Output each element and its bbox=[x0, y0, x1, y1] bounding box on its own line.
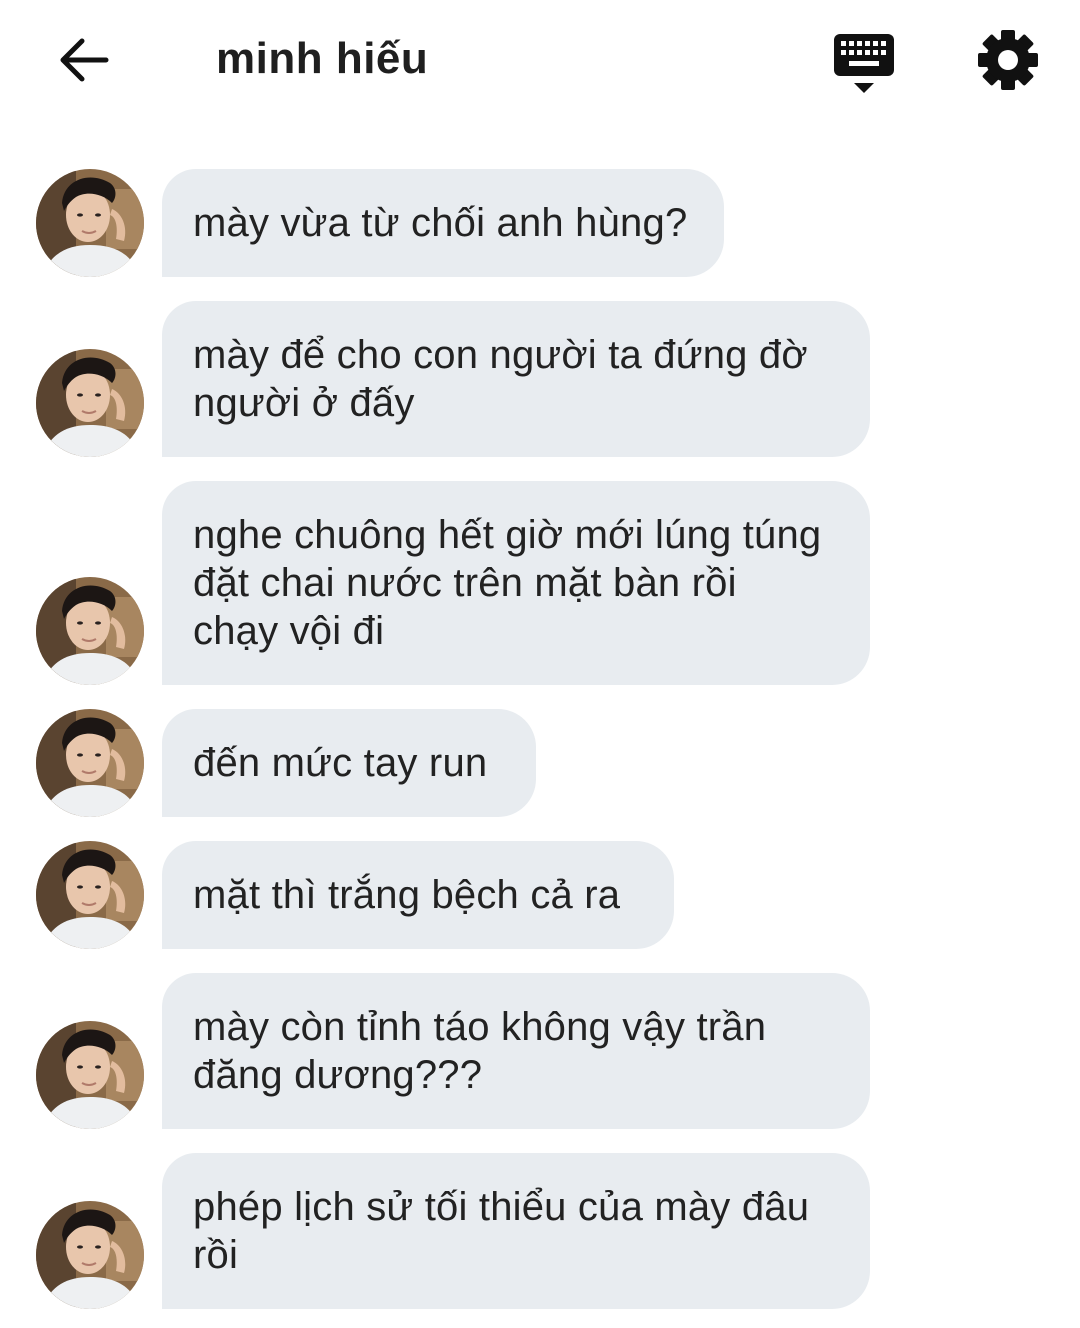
message-bubble[interactable]: phép lịch sử tối thiểu của mày đâu rồi bbox=[162, 1153, 870, 1309]
message-bubble[interactable]: mặt thì trắng bệch cả ra bbox=[162, 841, 674, 949]
contact-avatar[interactable] bbox=[36, 1021, 144, 1129]
keyboard-icon[interactable] bbox=[832, 32, 896, 96]
message-bubble[interactable]: mày còn tỉnh táo không vậy trần đăng dươ… bbox=[162, 973, 870, 1129]
message-bubble[interactable]: nghe chuông hết giờ mới lúng túng đặt ch… bbox=[162, 481, 870, 685]
contact-avatar[interactable] bbox=[36, 577, 144, 685]
contact-name[interactable]: minh hiếu bbox=[216, 34, 428, 84]
contact-avatar[interactable] bbox=[36, 709, 144, 817]
settings-gear-icon[interactable] bbox=[976, 28, 1040, 92]
message-bubble[interactable]: mày vừa từ chối anh hùng? bbox=[162, 169, 724, 277]
message-bubble[interactable]: mày để cho con người ta đứng đờ người ở … bbox=[162, 301, 870, 457]
contact-avatar[interactable] bbox=[36, 349, 144, 457]
contact-avatar[interactable] bbox=[36, 841, 144, 949]
chat-header: minh hiếu bbox=[0, 0, 1080, 120]
contact-avatar[interactable] bbox=[36, 169, 144, 277]
message-bubble[interactable]: đến mức tay run bbox=[162, 709, 536, 817]
back-arrow-icon[interactable] bbox=[54, 30, 114, 90]
contact-avatar[interactable] bbox=[36, 1201, 144, 1309]
